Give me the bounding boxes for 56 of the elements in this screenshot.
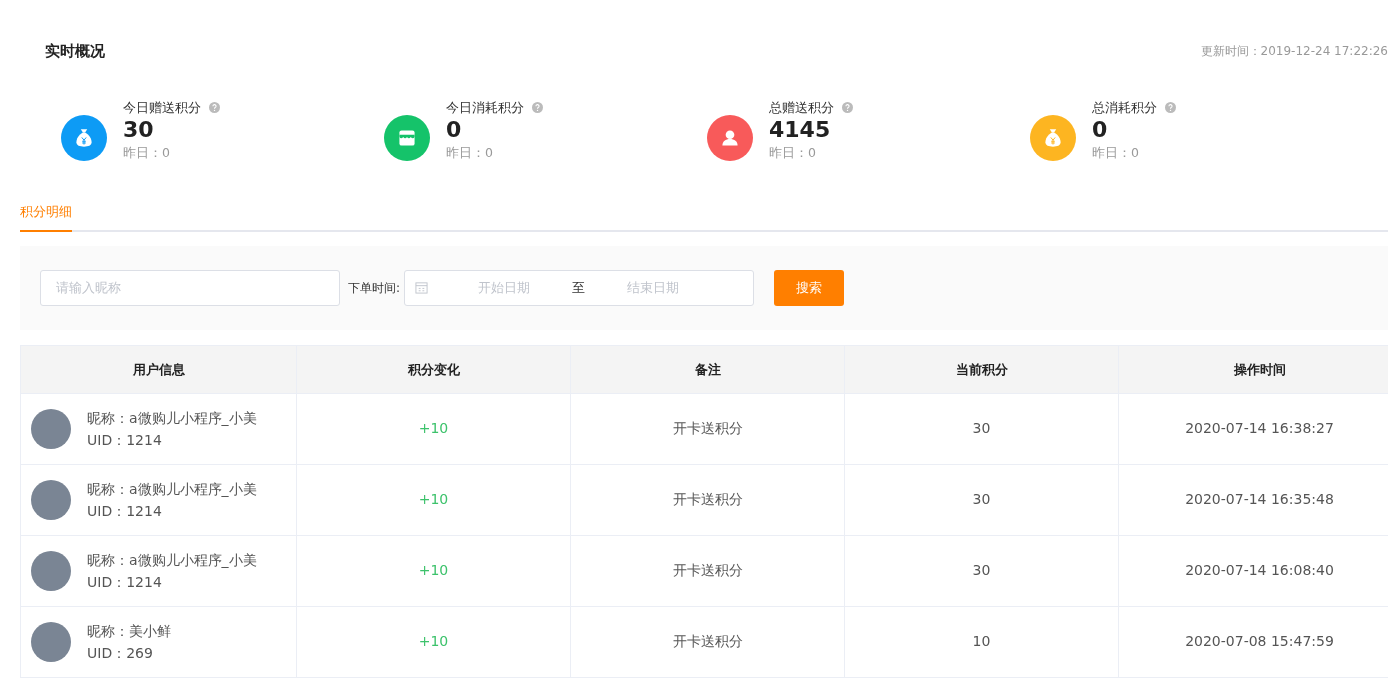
user-uid: UID：1214 bbox=[87, 430, 163, 450]
avatar-placeholder bbox=[31, 621, 71, 662]
note-cell: 开卡送积分 bbox=[570, 535, 845, 607]
column-header: 备注 bbox=[570, 345, 845, 394]
user-nickname: 昵称：美小鲜 bbox=[87, 621, 171, 641]
search-button[interactable]: 搜索 bbox=[774, 269, 845, 306]
yesterday-value: 昨日：0 bbox=[769, 143, 817, 162]
stat-label: 总消耗积分 bbox=[1092, 98, 1157, 117]
current-points: 10 bbox=[844, 606, 1119, 678]
help-icon bbox=[1165, 102, 1176, 114]
points-change: +10 bbox=[296, 535, 571, 607]
column-header: 积分变化 bbox=[296, 345, 571, 394]
user-nickname: 昵称：a微购儿小程序_小美 bbox=[87, 408, 257, 428]
column-header: 用户信息 bbox=[20, 345, 297, 394]
stat-value: 4145 bbox=[769, 117, 832, 144]
stat-label: 总赠送积分 bbox=[769, 98, 834, 117]
calendar-icon bbox=[415, 281, 429, 295]
stat-label: 今日消耗积分 bbox=[446, 98, 524, 117]
current-points: 30 bbox=[844, 393, 1119, 465]
tab[interactable]: 积分明细 bbox=[20, 202, 72, 232]
user-uid: UID：1214 bbox=[87, 501, 163, 521]
avatar-placeholder bbox=[31, 479, 71, 520]
points-change: +10 bbox=[296, 393, 571, 465]
section-title: 实时概况 bbox=[45, 41, 105, 62]
stat-value: 30 bbox=[123, 117, 155, 144]
help-icon bbox=[842, 102, 853, 114]
date-range-picker[interactable]: 开始日期 至 结束日期 bbox=[404, 269, 755, 306]
note-cell: 开卡送积分 bbox=[570, 393, 845, 465]
start-date-field[interactable]: 开始日期 bbox=[444, 277, 565, 299]
user-nickname: 昵称：a微购儿小程序_小美 bbox=[87, 479, 257, 499]
user-uid: UID：1214 bbox=[87, 572, 163, 592]
end-date-field[interactable]: 结束日期 bbox=[593, 277, 714, 299]
stat-value: 0 bbox=[1092, 117, 1109, 144]
yesterday-value: 昨日：0 bbox=[123, 143, 171, 162]
date-separator: 至 bbox=[572, 279, 586, 298]
help-icon bbox=[532, 102, 543, 114]
yesterday-value: 昨日：0 bbox=[446, 143, 494, 162]
note-cell: 开卡送积分 bbox=[570, 606, 845, 678]
column-header: 当前积分 bbox=[844, 345, 1119, 394]
help-icon bbox=[209, 102, 220, 114]
points-change: +10 bbox=[296, 464, 571, 536]
user-uid: UID：269 bbox=[87, 643, 154, 663]
note-cell: 开卡送积分 bbox=[570, 464, 845, 536]
user-nickname: 昵称：a微购儿小程序_小美 bbox=[87, 550, 257, 570]
stat-label: 今日赠送积分 bbox=[123, 98, 201, 117]
points-change: +10 bbox=[296, 606, 571, 678]
avatar-placeholder bbox=[31, 550, 71, 591]
date-label: 下单时间: bbox=[348, 279, 401, 297]
avatar-placeholder bbox=[31, 408, 71, 449]
column-header: 操作时间 bbox=[1118, 345, 1388, 394]
current-points: 30 bbox=[844, 535, 1119, 607]
update-time: 更新时间：2019-12-24 17:22:26 bbox=[1200, 43, 1388, 61]
stat-value: 0 bbox=[446, 117, 463, 144]
yesterday-value: 昨日：0 bbox=[1092, 143, 1140, 162]
nickname-field[interactable]: 请输入昵称 bbox=[40, 269, 340, 306]
current-points: 30 bbox=[844, 464, 1119, 536]
